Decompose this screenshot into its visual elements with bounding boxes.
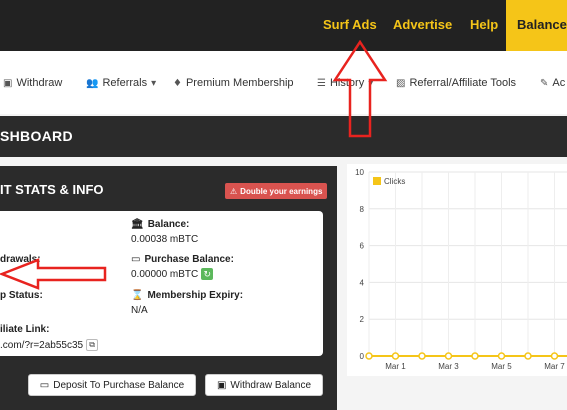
data-point — [497, 352, 506, 360]
subnav-premium[interactable]: ♦ Premium Membership — [173, 77, 294, 89]
subnav-referrals[interactable]: 👥 Referrals ▾ — [86, 77, 156, 89]
data-point — [444, 352, 453, 360]
caret-down-icon: ▾ — [151, 77, 157, 89]
withdraw-balance-button[interactable]: ▣ Withdraw Balance — [205, 374, 323, 396]
nav-help[interactable]: Help — [470, 17, 498, 32]
withdrawals-label: drawals: — [0, 254, 41, 265]
nav-balances-label: Balances — [517, 17, 567, 32]
double-earnings-label: Double your earnings — [240, 186, 323, 196]
subnav-account[interactable]: ✎ Ac — [540, 77, 565, 89]
balance-label-row: 🏛 Balance: — [131, 219, 189, 230]
money-icon: ▣ — [3, 77, 13, 89]
data-point — [524, 352, 532, 360]
data-point — [550, 352, 559, 360]
x-tick-label: Mar 5 — [491, 362, 512, 371]
y-tick-label: 2 — [360, 315, 365, 324]
balance-value: 0.00038 mBTC — [131, 234, 199, 245]
x-tick-label: Mar 3 — [438, 362, 459, 371]
users-icon: 👥 — [86, 77, 99, 89]
clicks-chart: 0 2 4 6 8 10 Mar 1 Mar 3 Mar 5 Mar 7 Clicks — [347, 164, 567, 376]
subnav-history[interactable]: ☰ History ▾ — [317, 77, 373, 89]
subnav-referral-tools[interactable]: ▨ Referral/Affiliate Tools — [396, 77, 516, 89]
edit-icon: ✎ — [540, 77, 549, 89]
x-tick-label: Mar 7 — [544, 362, 565, 371]
credit-card-icon: ▭ — [131, 254, 141, 265]
account-stats-panel: IT STATS & INFO ⚠ Double your earnings d… — [0, 166, 337, 410]
subnav-referrals-label: Referrals — [102, 77, 148, 89]
affiliate-link-value[interactable]: .com/?r=2ab55c35 — [0, 340, 83, 351]
refresh-icon[interactable]: ↻ — [201, 268, 214, 280]
caret-down-icon: ▾ — [368, 77, 374, 89]
purchase-balance-label: Purchase Balance: — [144, 254, 234, 265]
membership-status-label: p Status: — [0, 290, 43, 301]
purchase-balance-value: 0.00000 mBTC — [131, 268, 199, 280]
data-point — [418, 352, 426, 360]
membership-expiry-value: N/A — [131, 305, 148, 316]
stats-card: drawals: p Status: iliate Link: .com/?r=… — [0, 211, 323, 356]
data-point — [471, 352, 479, 360]
nav-balances[interactable]: Balances — [506, 0, 567, 51]
subnav-premium-label: Premium Membership — [185, 77, 294, 89]
legend-label: Clicks — [384, 177, 405, 186]
x-tick-label: Mar 1 — [385, 362, 406, 371]
warning-icon: ⚠ — [230, 186, 238, 196]
clicks-chart-svg: 0 2 4 6 8 10 Mar 1 Mar 3 Mar 5 Mar 7 Clicks — [355, 168, 567, 371]
bank-icon: 🏛 — [131, 219, 144, 230]
deposit-button[interactable]: ▭ Deposit To Purchase Balance — [28, 374, 196, 396]
data-point — [365, 352, 373, 360]
subnav-withdraw[interactable]: ▣ Withdraw — [3, 77, 62, 89]
subnav-history-label: History — [329, 77, 365, 89]
y-tick-label: 6 — [360, 242, 365, 251]
dashboard-title: SHBOARD — [0, 128, 73, 144]
y-tick-label: 10 — [355, 168, 364, 177]
nav-surf-ads[interactable]: Surf Ads — [323, 17, 377, 32]
nav-advertise[interactable]: Advertise — [393, 17, 452, 32]
purchase-balance-label-row: ▭ Purchase Balance: — [131, 254, 234, 265]
image-icon: ▨ — [396, 77, 406, 89]
panel-title: IT STATS & INFO — [0, 182, 104, 197]
list-icon: ☰ — [317, 77, 326, 89]
y-tick-label: 4 — [360, 278, 365, 287]
purchase-balance-row: 0.00000 mBTC ↻ — [131, 268, 214, 280]
withdraw-balance-label: Withdraw Balance — [230, 379, 312, 391]
subnav-withdraw-label: Withdraw — [16, 77, 63, 89]
balance-label: Balance: — [147, 219, 190, 230]
double-earnings-button[interactable]: ⚠ Double your earnings — [225, 183, 328, 199]
membership-expiry-label-row: ⌛ Membership Expiry: — [131, 290, 243, 301]
y-tick-label: 0 — [360, 352, 365, 361]
affiliate-link-label: iliate Link: — [0, 324, 50, 335]
deposit-button-label: Deposit To Purchase Balance — [53, 379, 185, 391]
affiliate-link-row: .com/?r=2ab55c35 ⧉ — [0, 339, 99, 351]
hourglass-icon: ⌛ — [131, 290, 144, 301]
data-point — [391, 352, 400, 360]
credit-card-icon: ▭ — [39, 379, 50, 391]
subnav-account-label: Ac — [552, 77, 566, 89]
y-tick-label: 8 — [360, 205, 365, 214]
diamond-icon: ♦ — [173, 77, 182, 89]
money-icon: ▣ — [216, 379, 227, 391]
dashboard-header: SHBOARD — [0, 116, 567, 157]
subnav-referral-tools-label: Referral/Affiliate Tools — [409, 77, 517, 89]
membership-expiry-label: Membership Expiry: — [147, 290, 244, 301]
secondary-nav: ▣ Withdraw 👥 Referrals ▾ ♦ Premium Membe… — [0, 51, 567, 114]
legend-swatch — [373, 177, 381, 185]
copy-icon[interactable]: ⧉ — [86, 339, 99, 351]
